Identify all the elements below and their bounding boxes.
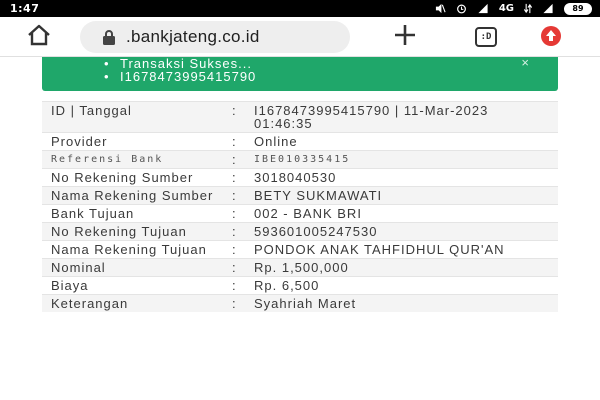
row-label: Referensi Bank [51,154,164,165]
update-button[interactable] [538,25,564,51]
table-row: Biaya : Rp. 6,500 [42,276,558,295]
row-label: Keterangan [51,296,129,311]
row-label: Nama Rekening Sumber [51,188,214,203]
tab-switcher-icon: :D [475,27,497,47]
success-alert: Transaksi Sukses... I1678473995415790 × [42,57,558,91]
lock-icon[interactable] [102,29,118,45]
table-row: Bank Tujuan : 002 - BANK BRI [42,204,558,223]
row-colon: : [232,206,237,221]
plus-icon [393,23,417,51]
alarm-icon [456,3,467,14]
row-value: IBE010335415 [254,154,351,165]
table-row: Provider : Online [42,132,558,151]
signal-secondary-icon [542,3,554,14]
row-value: Rp. 1,500,000 [254,260,349,275]
row-label: No Rekening Tujuan [51,224,187,239]
row-label: Provider [51,134,108,149]
row-colon: : [232,103,237,118]
row-colon: : [232,260,237,275]
row-colon: : [232,188,237,203]
row-colon: : [232,152,237,167]
row-colon: : [232,296,237,311]
row-value: BETY SUKMAWATI [254,188,383,203]
row-value: PONDOK ANAK TAHFIDHUL QUR'AN [254,242,505,257]
page-content: Transaksi Sukses... I1678473995415790 × … [0,57,600,400]
alert-close-button[interactable]: × [521,57,530,69]
row-label: ID | Tanggal [51,103,132,118]
row-colon: : [232,224,237,239]
table-row: ID | Tanggal : I1678473995415790 | 11-Ma… [42,101,558,133]
table-row: Keterangan : Syahriah Maret [42,294,558,312]
row-value: Syahriah Maret [254,296,357,311]
table-row: Referensi Bank : IBE010335415 [42,150,558,169]
table-row: Nominal : Rp. 1,500,000 [42,258,558,277]
row-colon: : [232,134,237,149]
data-transfer-icon [524,3,532,14]
table-row: Nama Rekening Tujuan : PONDOK ANAK TAHFI… [42,240,558,259]
tab-switcher-button[interactable]: :D [470,25,502,49]
address-bar[interactable]: .bankjateng.co.id [80,21,350,53]
table-row: No Rekening Sumber : 3018040530 [42,168,558,187]
signal-icon [477,3,489,14]
row-value: 3018040530 [254,170,337,185]
row-label: Biaya [51,278,89,293]
row-value: Online [254,134,298,149]
row-colon: : [232,278,237,293]
row-label: Nama Rekening Tujuan [51,242,207,257]
status-icons: 4G 89 [435,2,592,15]
status-bar: 1:47 4G 89 [0,0,600,17]
home-icon [26,24,52,50]
home-button[interactable] [24,24,54,50]
alert-message-list: Transaksi Sukses... I1678473995415790 [104,57,256,83]
row-colon: : [232,242,237,257]
transaction-detail-table: ID | Tanggal : I1678473995415790 | 11-Ma… [42,101,558,312]
row-value: 593601005247530 [254,224,378,239]
table-row: Nama Rekening Sumber : BETY SUKMAWATI [42,186,558,205]
row-colon: : [232,170,237,185]
alert-message: I1678473995415790 [104,70,256,83]
battery-level: 89 [564,2,592,15]
row-label: Nominal [51,260,106,275]
browser-toolbar: .bankjateng.co.id :D [0,17,600,57]
url-text: .bankjateng.co.id [126,27,260,46]
update-arrow-icon [540,25,562,51]
row-value: Rp. 6,500 [254,278,320,293]
status-time: 1:47 [10,2,40,15]
row-value: I1678473995415790 | 11-Mar-2023 01:46:35 [254,103,489,131]
network-type: 4G [498,3,514,14]
new-tab-button[interactable] [390,23,420,51]
row-label: Bank Tujuan [51,206,135,221]
row-label: No Rekening Sumber [51,170,194,185]
row-value: 002 - BANK BRI [254,206,362,221]
volume-muted-icon [435,3,446,14]
table-row: No Rekening Tujuan : 593601005247530 [42,222,558,241]
